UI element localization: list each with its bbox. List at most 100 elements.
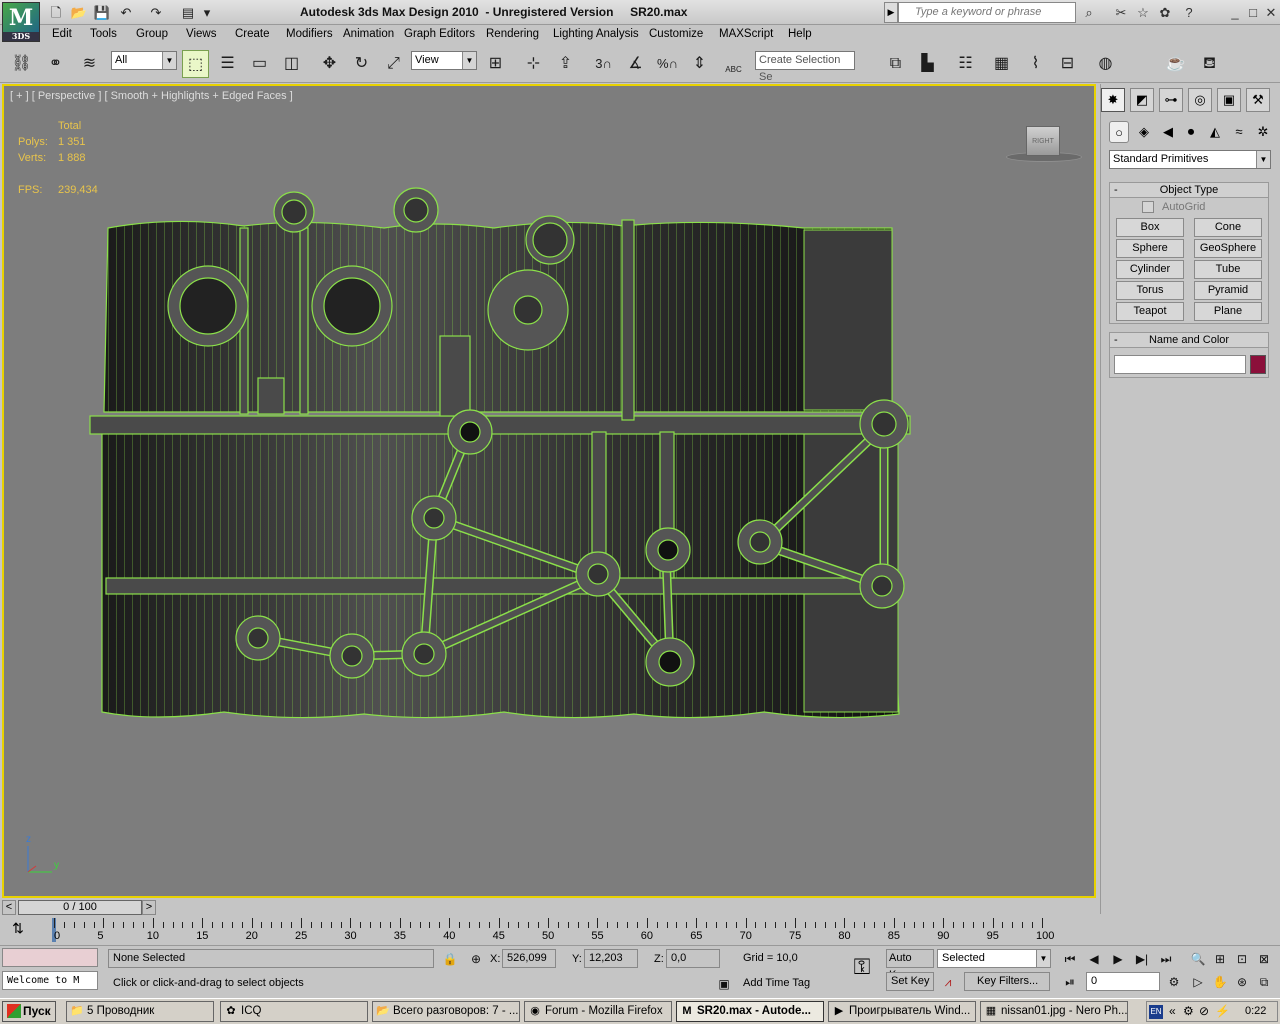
subscription-icon[interactable]: ✿	[1156, 4, 1174, 21]
menu-maxscript[interactable]: MAXScript	[719, 28, 773, 40]
taskbar-item-icq[interactable]: ✿ ICQ	[220, 1001, 368, 1022]
taskbar-item-media-player[interactable]: ▶ Проигрыватель Wind...	[828, 1001, 976, 1022]
z-coordinate-field[interactable]: 0,0	[666, 949, 720, 968]
orbit-icon[interactable]: ⊛	[1232, 973, 1252, 991]
zoom-extents-all-icon[interactable]: ⊠	[1254, 950, 1274, 968]
helpers-icon[interactable]: ◭	[1205, 121, 1225, 143]
mini-curve-editor-icon[interactable]: ⇅	[6, 920, 30, 940]
key-mode-toggle-icon[interactable]: ⏯	[1060, 973, 1080, 991]
menu-lighting-analysis[interactable]: Lighting Analysis	[553, 28, 639, 40]
rectangular-selection-icon[interactable]: ▭	[246, 50, 273, 78]
cylinder-button[interactable]: Cylinder	[1116, 260, 1184, 279]
systems-icon[interactable]: ✲	[1253, 121, 1273, 143]
transform-mode-icon[interactable]: ⊕	[466, 950, 486, 968]
maximize-viewport-icon[interactable]: ⧉	[1254, 973, 1274, 991]
tab-motion[interactable]: ◎	[1188, 88, 1212, 112]
time-configuration-icon[interactable]: ⚙	[1164, 973, 1184, 991]
shapes-icon[interactable]: ◈	[1134, 121, 1154, 143]
menu-help[interactable]: Help	[788, 28, 812, 40]
y-coordinate-field[interactable]: 12,203	[584, 949, 638, 968]
next-frame-arrow-icon[interactable]: >	[142, 900, 156, 915]
window-crossing-icon[interactable]: ◫	[278, 50, 305, 78]
mirror-icon[interactable]: ⧉	[882, 50, 909, 78]
layer-manager-icon[interactable]: ☷	[952, 50, 979, 78]
cone-button[interactable]: Cone	[1194, 218, 1262, 237]
menu-modifiers[interactable]: Modifiers	[286, 28, 333, 40]
spinner-snap-icon[interactable]: ⇕	[686, 50, 713, 78]
set-key-button[interactable]: Set Key	[886, 972, 934, 991]
key-icon[interactable]: ⚿	[842, 954, 882, 984]
current-frame-field[interactable]: 0	[1086, 972, 1160, 991]
new-file-icon[interactable]: 🗋	[46, 3, 66, 21]
go-to-start-icon[interactable]: ⏮	[1060, 950, 1080, 968]
rollout-header[interactable]: - Name and Color	[1110, 333, 1268, 348]
communication-center-icon[interactable]: ✂	[1112, 4, 1130, 21]
restore-window-button[interactable]: □	[1244, 4, 1262, 21]
binoculars-icon[interactable]: ⌕	[1080, 4, 1098, 21]
project-folder-icon[interactable]: ▤	[178, 3, 198, 21]
scene-geometry[interactable]: z y	[4, 86, 1094, 896]
align-icon[interactable]: ▙	[914, 50, 941, 78]
object-color-swatch[interactable]	[1250, 355, 1266, 374]
perspective-viewport[interactable]: [ + ] [ Perspective ] [ Smooth + Highlig…	[2, 84, 1096, 898]
tray-app-icon[interactable]: ⚡	[1215, 1004, 1230, 1018]
quick-access-dropdown-icon[interactable]: ▾	[200, 3, 214, 21]
search-input[interactable]: Type a keyword or phrase	[898, 2, 1076, 23]
taskbar-item-nero[interactable]: ▦ nissan01.jpg - Nero Ph...	[980, 1001, 1128, 1022]
geometry-icon[interactable]: ○	[1109, 121, 1129, 143]
select-and-scale-icon[interactable]: ⤢	[380, 50, 407, 78]
close-window-button[interactable]: ✕	[1262, 4, 1280, 21]
edit-named-selections-icon[interactable]: ABC	[720, 50, 747, 78]
track-bar[interactable]: ⇅ 0 5 10 15 20 25 30 35 40 45 50 55 60 65 70 75 80 85 90 95…	[0, 916, 1100, 944]
plane-button[interactable]: Plane	[1194, 302, 1262, 321]
render-setup-icon[interactable]: ☕	[1162, 50, 1189, 78]
menu-views[interactable]: Views	[186, 28, 216, 40]
keyboard-shortcut-override-icon[interactable]: ⇪	[552, 50, 579, 78]
open-file-icon[interactable]: 📂	[69, 3, 89, 21]
render-production-icon[interactable]: ⛾	[1196, 50, 1223, 78]
application-menu-button[interactable]: M 3DS	[2, 2, 40, 42]
minimize-window-button[interactable]: _	[1226, 4, 1244, 21]
autogrid-checkbox[interactable]	[1142, 201, 1154, 213]
tab-create[interactable]: ✸	[1101, 88, 1125, 112]
default-in-out-tangent-icon[interactable]: ⩘	[938, 973, 958, 991]
pivot-center-icon[interactable]: ⊞	[482, 50, 509, 78]
select-and-manipulate-icon[interactable]: ⊹	[520, 50, 547, 78]
snaps-toggle-icon[interactable]: 3∩	[590, 50, 617, 78]
menu-edit[interactable]: Edit	[52, 28, 72, 40]
tray-network-icon[interactable]: ⚙	[1183, 1004, 1194, 1018]
torus-button[interactable]: Torus	[1116, 281, 1184, 300]
save-icon[interactable]: 💾	[92, 3, 112, 21]
tab-utilities[interactable]: ⚒	[1246, 88, 1270, 112]
undo-icon[interactable]: ↶	[116, 3, 136, 21]
auto-key-button[interactable]: Auto Key	[886, 949, 934, 981]
select-object-icon[interactable]: ⬚	[182, 50, 209, 78]
tube-button[interactable]: Tube	[1194, 260, 1262, 279]
schematic-view-icon[interactable]: ⊟	[1054, 50, 1081, 78]
menu-create[interactable]: Create	[235, 28, 270, 40]
menu-customize[interactable]: Customize	[649, 28, 703, 40]
pyramid-button[interactable]: Pyramid	[1194, 281, 1262, 300]
zoom-all-icon[interactable]: ⊞	[1210, 950, 1230, 968]
taskbar-item-conversations[interactable]: 📂 Всего разговоров: 7 - ...	[372, 1001, 520, 1022]
menu-tools[interactable]: Tools	[90, 28, 117, 40]
rollout-header[interactable]: - Object Type	[1110, 183, 1268, 198]
maxscript-mini-listener[interactable]: Welcome to M	[2, 971, 98, 990]
teapot-button[interactable]: Teapot	[1116, 302, 1184, 321]
geosphere-button[interactable]: GeoSphere	[1194, 239, 1262, 258]
next-frame-icon[interactable]: ▶|	[1132, 950, 1152, 968]
key-filters-button[interactable]: Key Filters...	[964, 972, 1050, 991]
material-editor-icon[interactable]: ◍	[1092, 50, 1119, 78]
time-tag-icon[interactable]: ▣	[714, 975, 734, 993]
selection-filter-dropdown[interactable]: All ▼	[111, 51, 177, 70]
menu-group[interactable]: Group	[136, 28, 168, 40]
box-button[interactable]: Box	[1116, 218, 1184, 237]
field-of-view-icon[interactable]: ▷	[1188, 973, 1208, 991]
go-to-end-icon[interactable]: ⏭	[1156, 950, 1176, 968]
search-expand-icon[interactable]: ▶	[884, 2, 898, 23]
lights-icon[interactable]: ◀	[1158, 121, 1178, 143]
unlink-selection-icon[interactable]: ⚭	[42, 50, 69, 78]
select-and-move-icon[interactable]: ✥	[316, 50, 343, 78]
angle-snap-icon[interactable]: ∡	[622, 50, 649, 78]
cameras-icon[interactable]: ⏺	[1181, 121, 1201, 143]
